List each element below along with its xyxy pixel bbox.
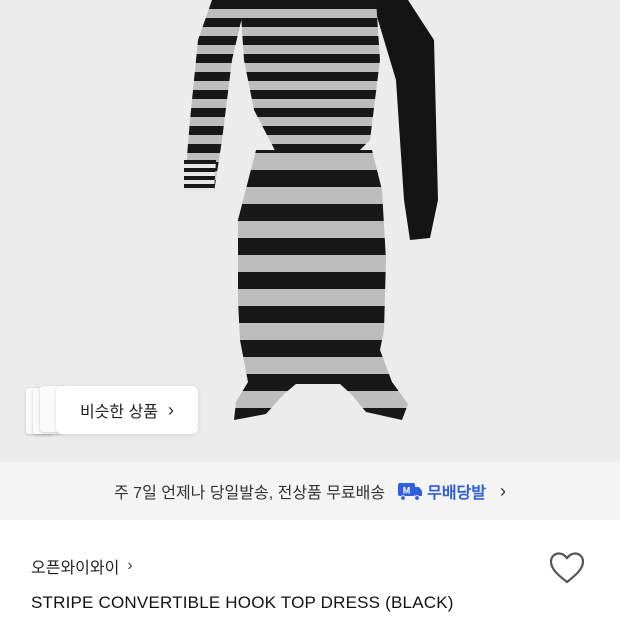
- chevron-right-icon: ›: [127, 557, 133, 574]
- similar-products-label: 비슷한 상품: [79, 404, 159, 421]
- product-title: STRIPE CONVERTIBLE HOOK TOP DRESS (BLACK…: [31, 593, 454, 612]
- chevron-right-icon: ›: [168, 400, 175, 420]
- similar-products-button[interactable]: 비슷한 상품 ›: [56, 386, 198, 434]
- free-delivery-badge: M 무배당발: [397, 479, 486, 503]
- shipping-text: 주 7일 언제나 당일발송, 전상품 무료배송: [114, 485, 386, 502]
- brand-name: 오픈와이와이: [31, 560, 120, 577]
- heart-icon[interactable]: [548, 550, 586, 586]
- svg-text:M: M: [403, 486, 411, 496]
- chevron-right-icon: ›: [499, 480, 506, 501]
- shipping-banner[interactable]: 주 7일 언제나 당일발송, 전상품 무료배송 M 무배당발 ›: [0, 462, 620, 520]
- brand-link[interactable]: 오픈와이와이 ›: [31, 554, 133, 578]
- product-image[interactable]: 비슷한 상품 ›: [0, 0, 620, 462]
- truck-icon: M: [398, 483, 423, 501]
- badge-label: 무배당발: [427, 485, 486, 502]
- product-info: 오픈와이와이 › STRIPE CONVERTIBLE HOOK TOP DRE…: [0, 520, 620, 620]
